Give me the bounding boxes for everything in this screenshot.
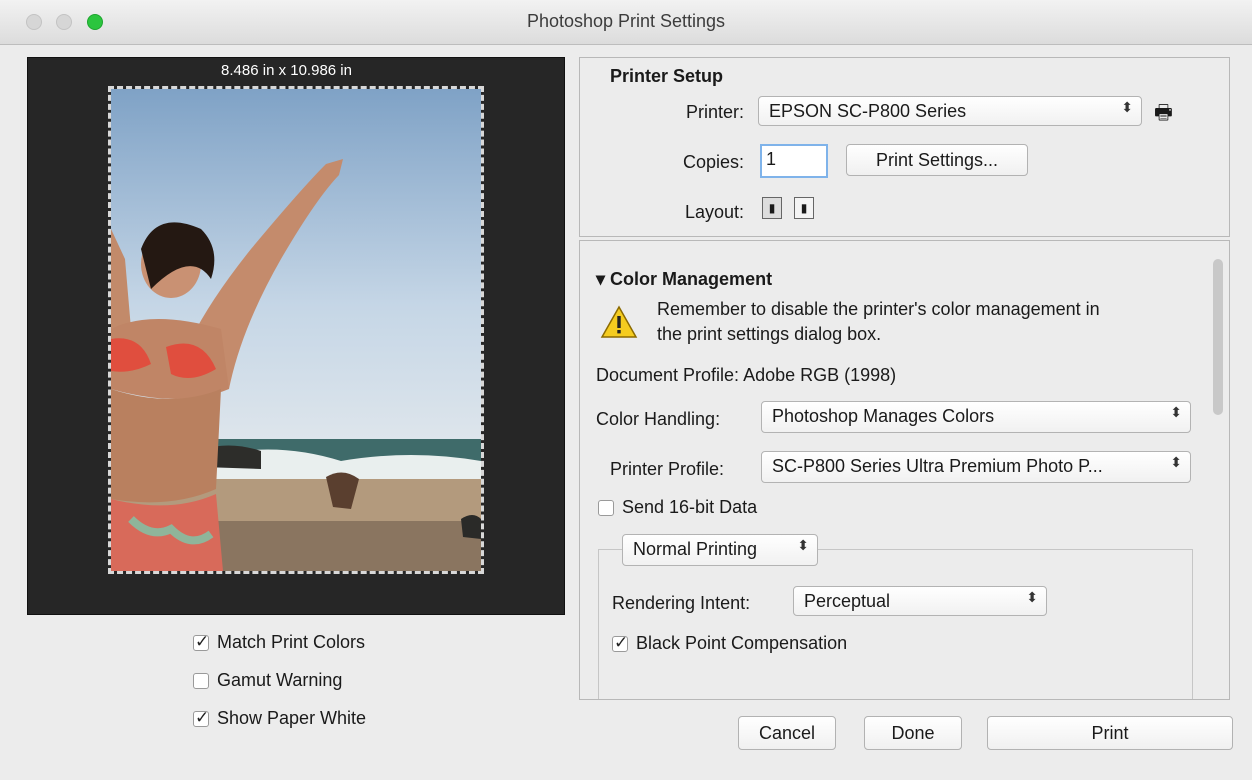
match-print-colors-box[interactable] (193, 632, 209, 652)
color-handling-select[interactable]: Photoshop Manages Colors ⬍ (761, 401, 1191, 433)
send-16bit-checkbox[interactable]: Send 16-bit Data (598, 497, 757, 518)
window-title: Photoshop Print Settings (526, 11, 726, 31)
rendering-intent-select[interactable]: Perceptual ⬍ (793, 586, 1047, 616)
color-management-title[interactable]: ▾ Color Management (596, 269, 772, 290)
paper-dimensions: 8.486 in x 10.986 in (221, 62, 352, 79)
match-print-colors-label: Match Print Colors (217, 632, 366, 652)
layout-label: Layout: (684, 202, 744, 222)
warning-message: Remember to disable the printer's color … (657, 299, 1100, 344)
black-point-compensation-label: Black Point Compensation (636, 633, 848, 653)
printer-profile-label: Printer Profile: (610, 459, 725, 479)
color-handling-label: Color Handling: (596, 409, 721, 429)
print-settings-button[interactable]: Print Settings... (846, 144, 1028, 176)
printer-setup-title: Printer Setup (610, 66, 724, 86)
color-management-title-text: Color Management (610, 269, 773, 289)
printer-setup-section: Printer Setup Printer: EPSON SC-P800 Ser… (579, 57, 1230, 237)
rendering-intent-label: Rendering Intent: (612, 593, 751, 613)
add-printer-icon[interactable]: 🖶 (1154, 98, 1173, 132)
show-paper-white-box[interactable] (193, 708, 209, 728)
printer-profile-value: SC-P800 Series Ultra Premium Photo P... (772, 456, 1103, 476)
color-handling-value: Photoshop Manages Colors (772, 406, 995, 426)
print-button[interactable]: Print (987, 716, 1233, 750)
done-button[interactable]: Done (864, 716, 962, 750)
print-settings-window: Photoshop Print Settings 8.486 in x 10.9… (0, 0, 1252, 780)
show-paper-white-checkbox[interactable]: Show Paper White (193, 708, 366, 729)
printer-profile-select[interactable]: SC-P800 Series Ultra Premium Photo P... … (761, 451, 1191, 483)
select-arrows-icon: ⬍ (1121, 99, 1133, 115)
printer-select[interactable]: EPSON SC-P800 Series ⬍ (758, 96, 1142, 126)
gamut-warning-label: Gamut Warning (217, 670, 343, 690)
landscape-layout-icon[interactable]: ▮ (794, 197, 814, 219)
show-paper-white-label: Show Paper White (217, 708, 367, 728)
select-arrows-icon: ⬍ (1026, 589, 1038, 605)
document-profile: Document Profile: Adobe RGB (1998) (596, 365, 897, 385)
portrait-layout-icon[interactable]: ▮ (762, 197, 782, 219)
black-point-compensation-checkbox[interactable]: Black Point Compensation (612, 633, 847, 654)
printing-options-group (598, 549, 1193, 699)
select-arrows-icon: ⬍ (797, 537, 809, 553)
vertical-scrollbar-thumb[interactable] (1213, 259, 1223, 415)
rendering-intent-value: Perceptual (804, 591, 891, 611)
printing-mode-value: Normal Printing (633, 539, 758, 559)
color-management-section: ▾ Color Management Remember to disable t… (579, 240, 1230, 700)
match-print-colors-checkbox[interactable]: Match Print Colors (193, 632, 365, 653)
preview-photo (111, 89, 481, 571)
gamut-warning-box[interactable] (193, 672, 209, 689)
printer-select-value: EPSON SC-P800 Series (769, 101, 967, 121)
copies-label: Copies: (682, 152, 744, 172)
send-16bit-label: Send 16-bit Data (622, 497, 758, 517)
black-point-compensation-box[interactable] (612, 633, 628, 653)
gamut-warning-checkbox[interactable]: Gamut Warning (193, 670, 342, 691)
copies-input[interactable]: 1 (760, 144, 828, 178)
warning-icon (600, 305, 638, 338)
select-arrows-icon: ⬍ (1170, 454, 1182, 470)
select-arrows-icon: ⬍ (1170, 404, 1182, 420)
title-bar: Photoshop Print Settings (0, 0, 1252, 45)
cancel-button[interactable]: Cancel (738, 716, 836, 750)
printing-mode-select[interactable]: Normal Printing ⬍ (622, 534, 818, 566)
printer-label: Printer: (685, 102, 744, 122)
print-preview: 8.486 in x 10.986 in (27, 57, 565, 615)
paper-preview (108, 86, 484, 574)
send-16bit-box[interactable] (598, 499, 614, 516)
